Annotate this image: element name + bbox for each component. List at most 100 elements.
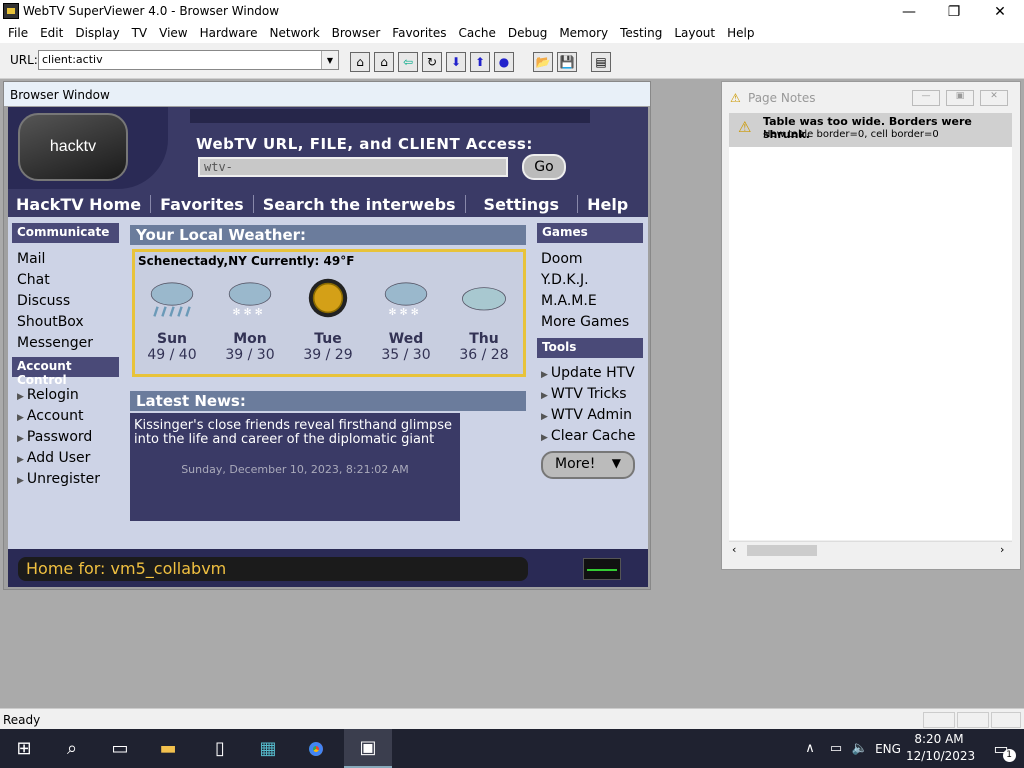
- stop-icon[interactable]: ●: [494, 52, 514, 72]
- search-icon[interactable]: ⌕: [48, 729, 96, 768]
- notepad-icon[interactable]: ▯: [196, 729, 244, 768]
- home-icon[interactable]: ⌂: [374, 52, 394, 72]
- tv-nav: HackTV Home Favorites Search the interwe…: [8, 189, 648, 219]
- news-headline[interactable]: Kissinger's close friends reveal firstha…: [134, 419, 456, 447]
- link-account[interactable]: ▶ Account: [17, 408, 83, 424]
- maximize-button[interactable]: ❐: [931, 0, 977, 23]
- close-button[interactable]: ✕: [977, 0, 1023, 23]
- nav-favorites[interactable]: Favorites: [151, 195, 253, 214]
- horizontal-scrollbar[interactable]: ‹ ›: [729, 541, 1012, 558]
- minimize-button[interactable]: —: [886, 0, 932, 23]
- toolbar: URL: client:activ ▼ ⌂ ⌂ ⇦ ↻ ⬇ ⬆ ● 📂 💾 ▤: [0, 43, 1024, 79]
- reload-icon[interactable]: ↻: [422, 52, 442, 72]
- link-clear-cache[interactable]: ▶ Clear Cache: [541, 428, 636, 444]
- menu-cache[interactable]: Cache: [453, 23, 502, 43]
- link-doom[interactable]: Doom: [541, 251, 583, 267]
- menu-edit[interactable]: Edit: [34, 23, 69, 43]
- home-network-icon[interactable]: ⌂: [350, 52, 370, 72]
- link-add-user[interactable]: ▶ Add User: [17, 450, 90, 466]
- news-panel: Kissinger's close friends reveal firstha…: [130, 413, 460, 521]
- nav-help[interactable]: Help: [578, 195, 637, 214]
- back-icon[interactable]: ⇦: [398, 52, 418, 72]
- link-relogin[interactable]: ▶ Relogin: [17, 387, 79, 403]
- menu-help[interactable]: Help: [721, 23, 760, 43]
- hacktv-logo[interactable]: hacktv: [18, 113, 128, 181]
- link-mail[interactable]: Mail: [17, 251, 45, 267]
- wtv-url-input[interactable]: wtv-: [198, 157, 508, 177]
- webtv-app-icon[interactable]: ▣: [344, 729, 392, 768]
- menu-hardware[interactable]: Hardware: [194, 23, 264, 43]
- chevron-up-icon[interactable]: ∧: [795, 729, 825, 768]
- open-icon[interactable]: 📂: [533, 52, 553, 72]
- clock-time[interactable]: 8:20 AM: [906, 732, 972, 746]
- header-strip: [190, 109, 590, 123]
- menu-tv[interactable]: TV: [126, 23, 154, 43]
- notification-icon[interactable]: ▭ 1: [978, 729, 1024, 768]
- menu-debug[interactable]: Debug: [502, 23, 553, 43]
- link-discuss[interactable]: Discuss: [17, 293, 70, 309]
- link-password[interactable]: ▶ Password: [17, 429, 92, 445]
- up-icon[interactable]: ⬆: [470, 52, 490, 72]
- tv-header: hacktv WebTV URL, FILE, and CLIENT Acces…: [8, 107, 648, 217]
- forecast-wed: ✻ ✻ ✻ Wed 35 / 30: [371, 278, 441, 363]
- task-view-icon[interactable]: ▭: [96, 729, 144, 768]
- menu-view[interactable]: View: [153, 23, 193, 43]
- link-update-htv[interactable]: ▶ Update HTV: [541, 365, 635, 381]
- day-temp: 35 / 30: [381, 347, 431, 363]
- link-wtv-tricks[interactable]: ▶ WTV Tricks: [541, 386, 627, 402]
- url-input[interactable]: client:activ: [38, 50, 339, 70]
- file-explorer-icon[interactable]: ▬: [144, 729, 192, 768]
- page-icon[interactable]: ▤: [591, 52, 611, 72]
- menu-layout[interactable]: Layout: [668, 23, 721, 43]
- link-shoutbox[interactable]: ShoutBox: [17, 314, 84, 330]
- day-name: Wed: [388, 331, 424, 347]
- status-panel: [923, 712, 955, 728]
- tools-heading: Tools: [537, 338, 643, 358]
- chrome-icon[interactable]: [292, 729, 340, 768]
- title-bar: WebTV SuperViewer 4.0 - Browser Window —…: [0, 0, 1024, 23]
- menu-network[interactable]: Network: [264, 23, 326, 43]
- page-notes-window: ⚠ Page Notes — ▣ ✕ ⚠ Table was too wide.…: [721, 81, 1021, 570]
- menu-display[interactable]: Display: [69, 23, 125, 43]
- warning-icon: ⚠: [730, 91, 741, 105]
- window-title: WebTV SuperViewer 4.0 - Browser Window: [23, 4, 280, 18]
- link-chat[interactable]: Chat: [17, 272, 50, 288]
- notes-close-button[interactable]: ✕: [980, 90, 1008, 106]
- day-temp: 49 / 40: [147, 347, 197, 363]
- link-messenger[interactable]: Messenger: [17, 335, 93, 351]
- network-icon[interactable]: ▭: [823, 729, 849, 768]
- link-unregister[interactable]: ▶ Unregister: [17, 471, 100, 487]
- clock-date[interactable]: 12/10/2023: [906, 749, 975, 763]
- language-indicator[interactable]: ENG: [873, 729, 903, 768]
- chevron-down-icon[interactable]: ▼: [321, 51, 338, 69]
- scroll-right-icon[interactable]: ›: [1000, 543, 1004, 556]
- link-more-games[interactable]: More Games: [541, 314, 629, 330]
- menu-memory[interactable]: Memory: [553, 23, 614, 43]
- nav-settings[interactable]: Settings: [466, 195, 578, 214]
- link-wtv-admin[interactable]: ▶ WTV Admin: [541, 407, 632, 423]
- notes-maximize-button[interactable]: ▣: [946, 90, 974, 106]
- go-button[interactable]: Go: [522, 154, 566, 180]
- windows-start-icon[interactable]: ⊞: [0, 729, 48, 768]
- browser-window-title: Browser Window: [4, 82, 650, 106]
- store-icon[interactable]: ▦: [244, 729, 292, 768]
- menu-browser[interactable]: Browser: [326, 23, 387, 43]
- scroll-left-icon[interactable]: ‹: [732, 543, 736, 556]
- app-icon[interactable]: [3, 3, 19, 19]
- save-icon[interactable]: 💾: [557, 52, 577, 72]
- menu-file[interactable]: File: [2, 23, 34, 43]
- games-heading: Games: [537, 223, 643, 243]
- more-button[interactable]: More! ▼: [541, 451, 635, 479]
- menu-favorites[interactable]: Favorites: [386, 23, 452, 43]
- notes-minimize-button[interactable]: —: [912, 90, 940, 106]
- menu-testing[interactable]: Testing: [614, 23, 668, 43]
- down-icon[interactable]: ⬇: [446, 52, 466, 72]
- snow-cloud-icon: ✻ ✻ ✻: [228, 282, 272, 318]
- scroll-thumb[interactable]: [747, 545, 817, 556]
- day-temp: 39 / 30: [225, 347, 275, 363]
- volume-muted-icon[interactable]: 🔈: [847, 729, 873, 768]
- link-ydkj[interactable]: Y.D.K.J.: [541, 272, 589, 288]
- nav-search[interactable]: Search the interwebs: [254, 195, 465, 214]
- link-mame[interactable]: M.A.M.E: [541, 293, 597, 309]
- nav-hacktv-home[interactable]: HackTV Home: [8, 195, 150, 214]
